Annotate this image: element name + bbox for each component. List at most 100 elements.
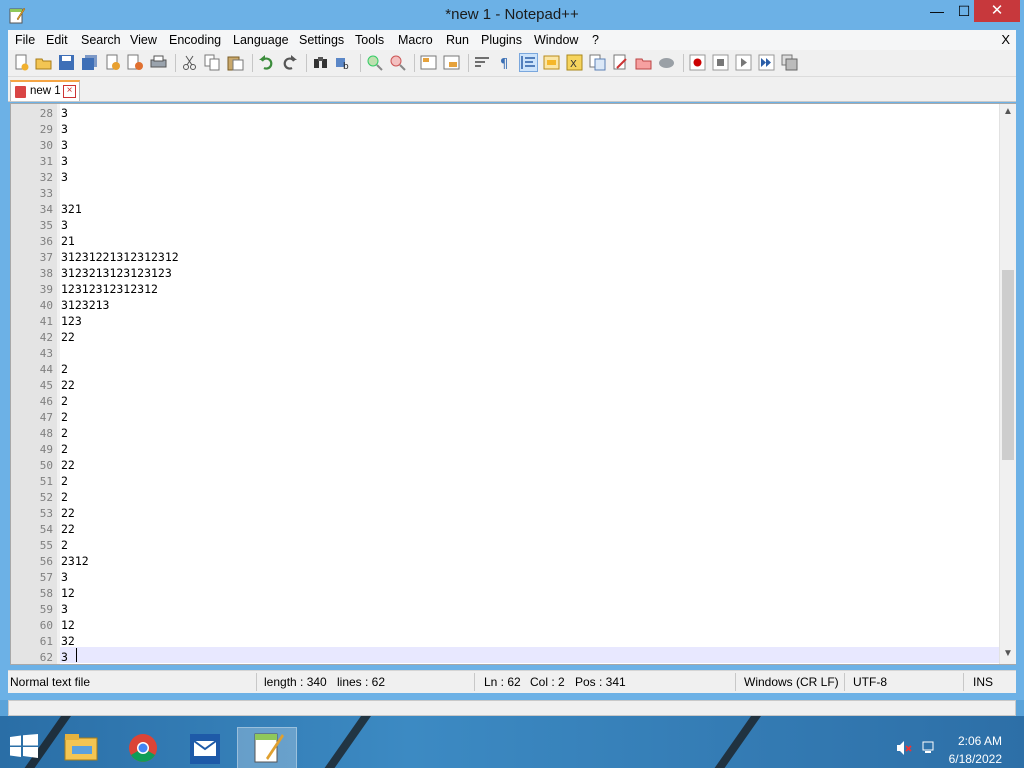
show-all-chars-icon[interactable]: ¶ [497, 54, 514, 71]
code-line[interactable]: 3 [61, 170, 68, 184]
undo-icon[interactable] [258, 54, 275, 71]
start-windows-icon[interactable] [10, 734, 38, 758]
monitoring-icon[interactable] [635, 54, 652, 71]
clock-date[interactable]: 6/18/2022 [949, 752, 1002, 766]
zoom-out-icon[interactable] [389, 54, 406, 71]
redo-icon[interactable] [281, 54, 298, 71]
clock-time[interactable]: 2:06 AM [958, 734, 1002, 748]
menu-settings[interactable]: Settings [299, 33, 344, 47]
find-icon[interactable] [312, 54, 329, 71]
code-line[interactable]: 3 [61, 122, 68, 136]
code-line[interactable]: 12 [61, 618, 75, 632]
code-line[interactable]: 2312 [61, 554, 89, 568]
paste-icon[interactable] [227, 54, 244, 71]
zoom-in-icon[interactable] [366, 54, 383, 71]
close-all-icon[interactable] [127, 54, 144, 71]
mail-icon[interactable] [176, 728, 234, 768]
menu-macro[interactable]: Macro [398, 33, 433, 47]
save-all-icon[interactable] [81, 54, 98, 71]
code-line[interactable]: 12312312312312 [61, 282, 158, 296]
menu-encoding[interactable]: Encoding [169, 33, 221, 47]
code-line[interactable]: 3 [61, 218, 68, 232]
new-file-icon[interactable] [13, 54, 30, 71]
folder-workspace-icon[interactable] [612, 54, 629, 71]
code-line[interactable]: 3 [61, 106, 68, 120]
code-line[interactable]: 31231221312312312 [61, 250, 179, 264]
status-insert-mode[interactable]: INS [973, 675, 993, 689]
title-bar[interactable]: *new 1 - Notepad++ — ☐ ✕ [0, 0, 1024, 30]
user-define-lang-icon[interactable] [543, 54, 560, 71]
code-line[interactable]: 2 [61, 426, 68, 440]
code-line[interactable]: 22 [61, 506, 75, 520]
replace-icon[interactable]: b [335, 54, 352, 71]
function-list-icon[interactable] [589, 54, 606, 71]
code-line[interactable]: 123 [61, 314, 82, 328]
editor-area[interactable]: 28 29 30 31 32 33 34 35 36 37 38 39 40 41 42 43 44 45 46 47… [10, 103, 1016, 665]
code-line[interactable]: 2 [61, 410, 68, 424]
play-macro-icon[interactable] [735, 54, 752, 71]
file-explorer-icon[interactable] [52, 728, 110, 768]
monitor-eye-icon[interactable] [658, 54, 675, 71]
code-line[interactable]: 22 [61, 458, 75, 472]
status-eol[interactable]: Windows (CR LF) [744, 675, 839, 689]
menu-run[interactable]: Run [446, 33, 469, 47]
close-icon[interactable] [104, 54, 121, 71]
code-line[interactable]: 22 [61, 330, 75, 344]
code-line[interactable]: 2 [61, 474, 68, 488]
network-icon[interactable] [921, 740, 937, 756]
close-window-button[interactable]: ✕ [974, 0, 1020, 22]
scroll-up-arrow-icon[interactable]: ▲ [1000, 106, 1016, 120]
code-line[interactable]: 2 [61, 362, 68, 376]
code-line[interactable]: 3 [61, 602, 68, 616]
volume-muted-icon[interactable] [896, 740, 912, 756]
stop-macro-icon[interactable] [712, 54, 729, 71]
code-line[interactable]: 2 [61, 490, 68, 504]
close-document-button[interactable]: X [1001, 32, 1010, 47]
code-line[interactable]: 3 [61, 650, 68, 664]
status-encoding[interactable]: UTF-8 [853, 675, 887, 689]
code-line[interactable]: 2 [61, 442, 68, 456]
notepadpp-icon[interactable] [237, 727, 297, 768]
menu-tools[interactable]: Tools [355, 33, 384, 47]
menu-search[interactable]: Search [81, 33, 121, 47]
code-line[interactable]: 21 [61, 234, 75, 248]
sync-horizontal-icon[interactable] [443, 54, 460, 71]
code-line[interactable]: 22 [61, 378, 75, 392]
minimize-button[interactable]: — [920, 0, 954, 22]
open-file-icon[interactable] [35, 54, 52, 71]
scroll-down-arrow-icon[interactable]: ▼ [1000, 648, 1016, 662]
menu-view[interactable]: View [130, 33, 157, 47]
menu-window[interactable]: Window [534, 33, 578, 47]
run-macro-multiple-icon[interactable] [758, 54, 775, 71]
chrome-icon[interactable] [114, 728, 172, 768]
code-line[interactable]: 3123213 [61, 298, 109, 312]
close-tab-icon[interactable]: × [63, 85, 76, 98]
code-line[interactable]: 2 [61, 394, 68, 408]
word-wrap-icon[interactable] [474, 54, 491, 71]
tab-new-1[interactable]: new 1 × [10, 80, 80, 101]
copy-icon[interactable] [204, 54, 221, 71]
doc-map-icon[interactable]: X [566, 54, 583, 71]
code-line[interactable]: 321 [61, 202, 82, 216]
menu-plugins[interactable]: Plugins [481, 33, 522, 47]
code-line[interactable]: 22 [61, 522, 75, 536]
save-macro-icon[interactable] [781, 54, 798, 71]
code-line[interactable]: 12 [61, 586, 75, 600]
cut-icon[interactable] [181, 54, 198, 71]
menu-help[interactable]: ? [592, 33, 599, 47]
sync-vertical-icon[interactable] [420, 54, 437, 71]
code-line[interactable]: 32 [61, 634, 75, 648]
code-line[interactable]: 2 [61, 538, 68, 552]
indent-guide-icon[interactable] [519, 53, 538, 72]
menu-edit[interactable]: Edit [46, 33, 68, 47]
vertical-scrollbar[interactable]: ▲ ▼ [999, 104, 1016, 664]
print-icon[interactable] [150, 54, 167, 71]
save-icon[interactable] [58, 54, 75, 71]
scrollbar-thumb[interactable] [1002, 270, 1014, 460]
code-line[interactable]: 3 [61, 154, 68, 168]
code-line[interactable]: 3 [61, 138, 68, 152]
menu-file[interactable]: File [15, 33, 35, 47]
maximize-button[interactable]: ☐ [954, 0, 974, 22]
code-line[interactable]: 3 [61, 570, 68, 584]
code-line[interactable]: 3123213123123123 [61, 266, 172, 280]
